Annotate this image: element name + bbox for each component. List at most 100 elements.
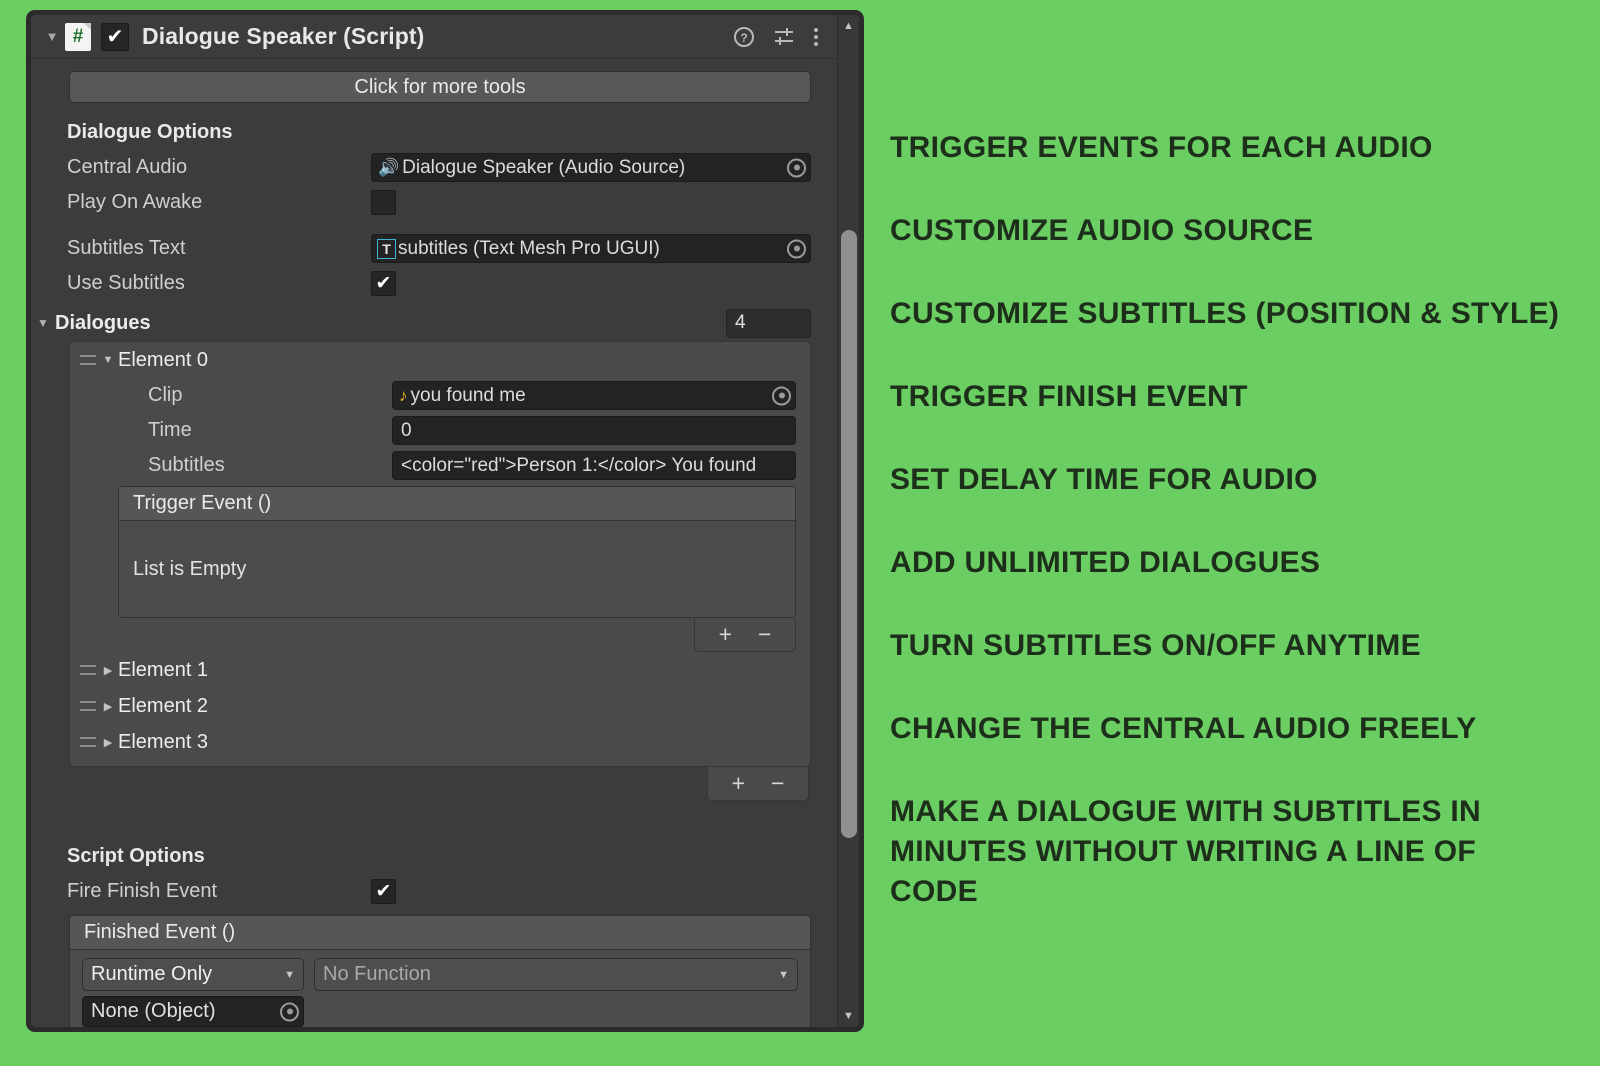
inspector-content: ▼ # ✔ Dialogue Speaker (Script) ? Click … bbox=[31, 15, 859, 1027]
use-subtitles-row: Use Subtitles ✔ bbox=[31, 266, 837, 301]
click-for-more-tools-button[interactable]: Click for more tools bbox=[69, 71, 811, 103]
list-item: TRIGGER FINISH EVENT bbox=[890, 380, 1248, 413]
audio-source-icon: 🔊 bbox=[378, 158, 400, 177]
dialogues-remove-button[interactable]: − bbox=[771, 772, 784, 795]
fire-finish-event-checkbox[interactable]: ✔ bbox=[371, 879, 396, 904]
drag-handle-icon[interactable] bbox=[80, 737, 96, 747]
dialogues-add-button[interactable]: + bbox=[732, 772, 745, 795]
subtitles-text-value: subtitles (Text Mesh Pro UGUI) bbox=[398, 237, 660, 259]
time-field[interactable]: 0 bbox=[392, 416, 796, 445]
scrollbar-thumb[interactable] bbox=[841, 230, 857, 838]
chevron-down-icon: ▼ bbox=[284, 968, 295, 981]
target-object-field[interactable]: None (Object) bbox=[82, 996, 304, 1027]
element1-foldout-arrow-icon[interactable]: ▶ bbox=[100, 664, 116, 677]
element2-foldout-arrow-icon[interactable]: ▶ bbox=[100, 700, 116, 713]
subtitles-text-field[interactable]: T subtitles (Text Mesh Pro UGUI) bbox=[371, 234, 811, 263]
help-icon[interactable]: ? bbox=[733, 26, 755, 48]
element0-header[interactable]: ▼ Element 0 bbox=[70, 342, 810, 378]
preset-icon[interactable] bbox=[773, 26, 795, 48]
element0-label: Element 0 bbox=[118, 348, 209, 371]
finished-event-box: Finished Event () Runtime Only ▼ No Func… bbox=[69, 915, 811, 1027]
clip-field[interactable]: ♪ you found me bbox=[392, 381, 796, 410]
drag-handle-icon[interactable] bbox=[80, 355, 96, 365]
subtitles-field[interactable]: <color="red">Person 1:</color> You found bbox=[392, 451, 796, 480]
component-enabled-checkbox[interactable]: ✔ bbox=[101, 22, 129, 51]
text-mesh-pro-icon: T bbox=[377, 238, 396, 259]
trigger-event-add-button[interactable]: + bbox=[719, 623, 732, 646]
trigger-event-remove-button[interactable]: − bbox=[758, 623, 771, 646]
fire-finish-event-label: Fire Finish Event bbox=[67, 880, 218, 902]
subtitles-label: Subtitles bbox=[148, 454, 225, 476]
play-on-awake-checkbox[interactable] bbox=[371, 190, 396, 215]
list-item[interactable]: ▶ Element 3 bbox=[70, 724, 810, 760]
function-dropdown[interactable]: No Function ▼ bbox=[314, 958, 798, 991]
central-audio-row: Central Audio 🔊 Dialogue Speaker (Audio … bbox=[31, 150, 837, 185]
subtitles-text-object-picker-icon[interactable] bbox=[787, 239, 806, 258]
time-label: Time bbox=[148, 419, 192, 441]
central-audio-field[interactable]: 🔊 Dialogue Speaker (Audio Source) bbox=[371, 153, 811, 182]
component-title: Dialogue Speaker (Script) bbox=[142, 23, 425, 49]
list-item[interactable]: ▶ Element 1 bbox=[70, 652, 810, 688]
component-foldout-arrow-icon[interactable]: ▼ bbox=[41, 30, 63, 43]
kebab-menu-icon[interactable] bbox=[813, 26, 819, 48]
fire-finish-event-row: Fire Finish Event ✔ bbox=[31, 874, 837, 909]
central-audio-object-picker-icon[interactable] bbox=[787, 158, 806, 177]
subtitles-value: <color="red">Person 1:</color> You found bbox=[401, 454, 757, 476]
dialogues-size-field[interactable]: 4 bbox=[726, 308, 811, 338]
use-subtitles-label: Use Subtitles bbox=[67, 272, 185, 294]
list-item: CUSTOMIZE AUDIO SOURCE bbox=[890, 214, 1314, 247]
dialogues-label: Dialogues bbox=[55, 311, 151, 334]
time-row: Time 0 bbox=[70, 413, 810, 448]
subtitles-text-row: Subtitles Text T subtitles (Text Mesh Pr… bbox=[31, 231, 837, 266]
clip-row: Clip ♪ you found me bbox=[70, 378, 810, 413]
target-object-picker-icon[interactable] bbox=[280, 1002, 299, 1021]
element1-label: Element 1 bbox=[118, 658, 209, 681]
tools-button-row: Click for more tools bbox=[31, 59, 837, 103]
inspector-scrollbar[interactable]: ▲ ▼ bbox=[837, 15, 859, 1027]
finished-event-body: Runtime Only ▼ No Function ▼ None (Objec… bbox=[70, 950, 810, 1027]
function-value: No Function bbox=[323, 963, 431, 985]
trigger-event-buttons-row: + − bbox=[70, 618, 810, 652]
feature-list: TRIGGER EVENTS FOR EACH AUDIO CUSTOMIZE … bbox=[890, 0, 1580, 1066]
list-item: MAKE A DIALOGUE WITH SUBTITLES IN MINUTE… bbox=[890, 795, 1481, 909]
list-item: ADD UNLIMITED DIALOGUES bbox=[890, 546, 1321, 579]
list-item: TRIGGER EVENTS FOR EACH AUDIO bbox=[890, 131, 1433, 164]
component-header[interactable]: ▼ # ✔ Dialogue Speaker (Script) ? bbox=[31, 15, 837, 59]
clip-label: Clip bbox=[148, 384, 183, 406]
play-on-awake-label: Play On Awake bbox=[67, 191, 203, 213]
element3-foldout-arrow-icon[interactable]: ▶ bbox=[100, 736, 116, 749]
dialogues-list: ▼ Element 0 Clip ♪ you found me Time 0 S… bbox=[69, 341, 811, 767]
time-value: 0 bbox=[401, 419, 412, 441]
inspector-window: ▼ # ✔ Dialogue Speaker (Script) ? Click … bbox=[26, 10, 864, 1032]
clip-object-picker-icon[interactable] bbox=[772, 386, 791, 405]
element0-foldout-arrow-icon[interactable]: ▼ bbox=[100, 354, 116, 366]
subtitles-text-label: Subtitles Text bbox=[67, 237, 186, 259]
listener-mode-dropdown[interactable]: Runtime Only ▼ bbox=[82, 958, 304, 991]
target-object-value: None (Object) bbox=[91, 1000, 216, 1022]
list-item: CUSTOMIZE SUBTITLES (POSITION & STYLE) bbox=[890, 297, 1560, 330]
central-audio-value: Dialogue Speaker (Audio Source) bbox=[402, 156, 686, 178]
dialogues-foldout-row[interactable]: ▼ Dialogues 4 bbox=[31, 305, 837, 341]
trigger-event-box: Trigger Event () List is Empty bbox=[118, 486, 796, 618]
chevron-down-icon: ▼ bbox=[778, 968, 789, 981]
scroll-up-arrow-icon[interactable]: ▲ bbox=[838, 15, 859, 37]
dialogues-foldout-arrow-icon[interactable]: ▼ bbox=[31, 316, 55, 330]
trigger-event-empty-text: List is Empty bbox=[133, 557, 247, 580]
trigger-event-title: Trigger Event () bbox=[119, 487, 795, 521]
audio-clip-icon: ♪ bbox=[399, 386, 408, 405]
list-item: SET DELAY TIME FOR AUDIO bbox=[890, 463, 1318, 496]
list-item[interactable]: ▶ Element 2 bbox=[70, 688, 810, 724]
list-item: TURN SUBTITLES ON/OFF ANYTIME bbox=[890, 629, 1421, 662]
dialogues-buttons-row: + − bbox=[31, 767, 837, 801]
clip-value: you found me bbox=[410, 384, 526, 406]
element2-label: Element 2 bbox=[118, 694, 209, 717]
drag-handle-icon[interactable] bbox=[80, 665, 96, 675]
play-on-awake-row: Play On Awake bbox=[31, 185, 837, 220]
use-subtitles-checkbox[interactable]: ✔ bbox=[371, 271, 396, 296]
scroll-down-arrow-icon[interactable]: ▼ bbox=[838, 1005, 859, 1027]
drag-handle-icon[interactable] bbox=[80, 701, 96, 711]
central-audio-label: Central Audio bbox=[67, 156, 188, 178]
finished-event-title: Finished Event () bbox=[70, 916, 810, 950]
